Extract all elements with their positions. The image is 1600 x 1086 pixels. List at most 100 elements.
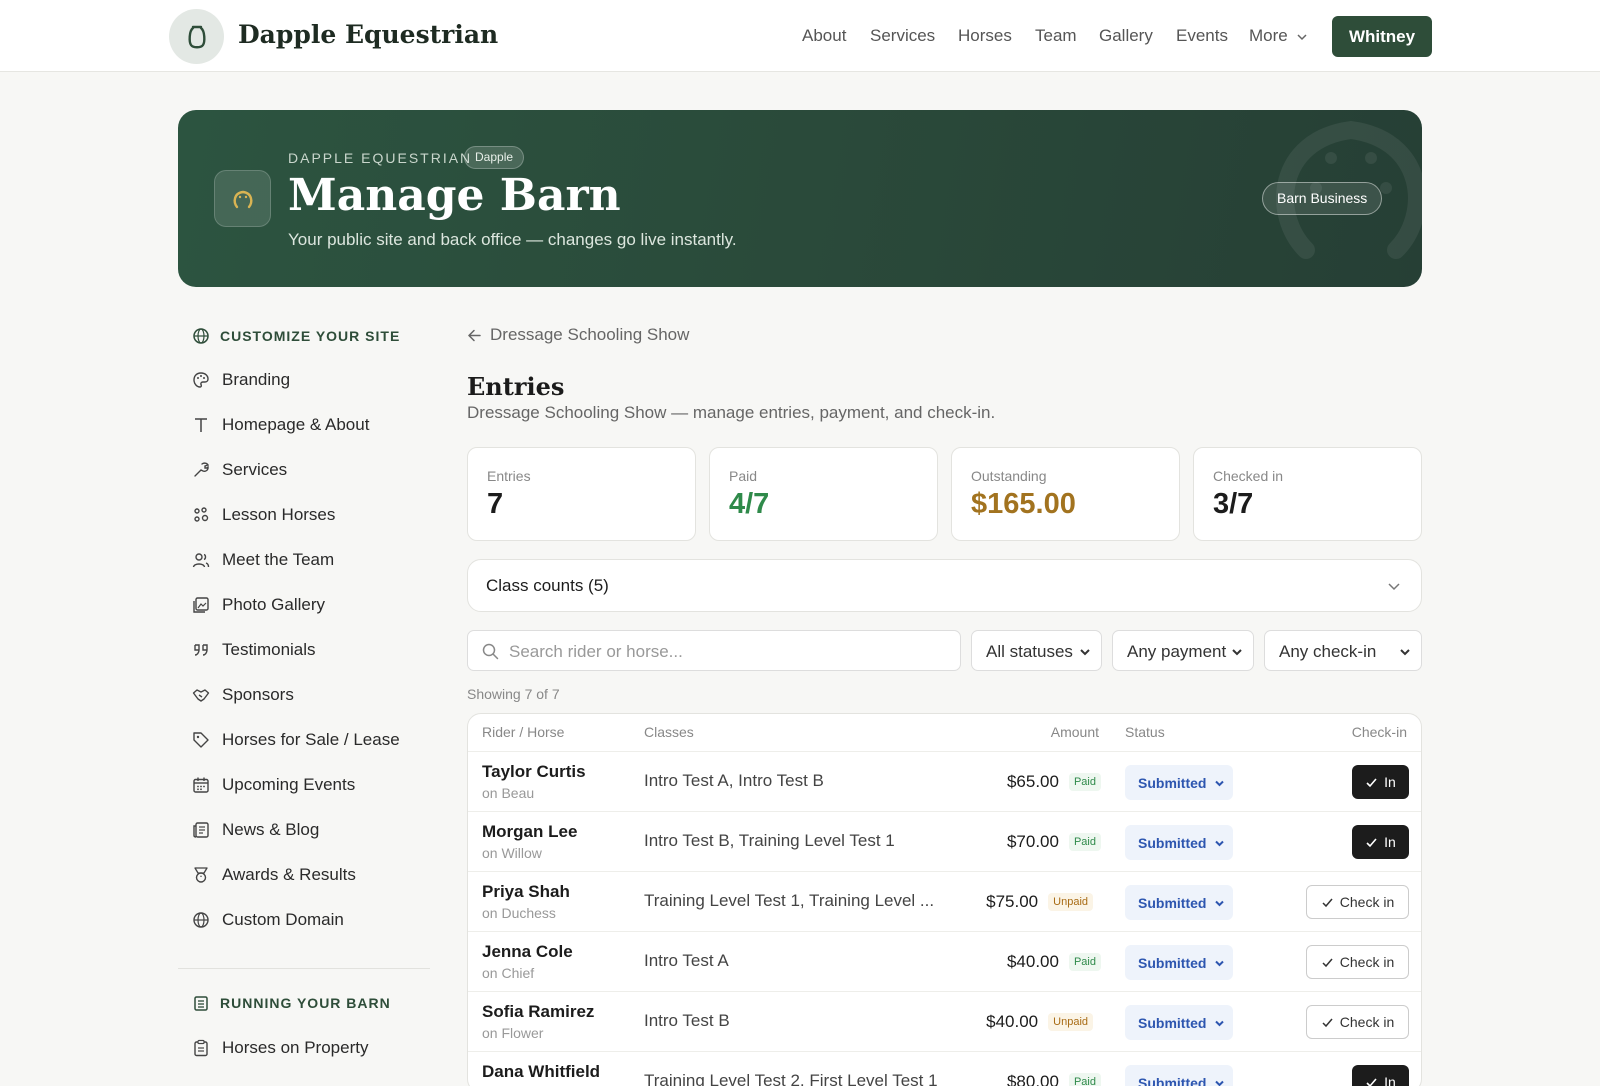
stat-value: 7 — [487, 488, 504, 520]
classes-cell: Training Level Test 1, Training Level ..… — [644, 891, 935, 910]
sidebar-item-awards[interactable]: Awards & Results — [192, 863, 356, 887]
status-select[interactable]: Submitted — [1125, 885, 1233, 920]
checked-in-button[interactable]: In — [1352, 825, 1409, 859]
sidebar-heading-label: RUNNING YOUR BARN — [220, 995, 391, 1011]
sidebar-heading-customize: CUSTOMIZE YOUR SITE — [192, 326, 400, 346]
amount-value: $70.00 — [1006, 832, 1059, 851]
user-menu-button[interactable]: Whitney — [1332, 16, 1432, 57]
stat-value: 3/7 — [1213, 488, 1254, 520]
status-select[interactable]: Submitted — [1125, 1005, 1233, 1040]
stat-value: $165.00 — [971, 488, 1076, 520]
check-in-button[interactable]: Check in — [1306, 885, 1409, 919]
sidebar-item-label: Testimonials — [222, 640, 316, 659]
text-icon — [195, 418, 207, 432]
status-value: Submitted — [1138, 955, 1207, 971]
plan-badge[interactable]: Barn Business — [1262, 182, 1383, 215]
sidebar-item-team[interactable]: Meet the Team — [192, 548, 334, 572]
sidebar-item-testimonials[interactable]: Testimonials — [192, 638, 316, 662]
horse-name: on Willow — [482, 845, 542, 861]
sidebar-heading-running: RUNNING YOUR BARN — [192, 993, 391, 1013]
chevron-down-icon — [1232, 649, 1242, 656]
sidebar-item-news[interactable]: News & Blog — [192, 818, 319, 842]
rider-name: Sofia Ramirez — [482, 1002, 595, 1021]
status-filter-select[interactable]: All statuses — [971, 630, 1102, 671]
rider-name: Dana Whitfield — [482, 1062, 601, 1081]
sidebar-item-services[interactable]: Services — [192, 458, 287, 482]
sidebar-item-branding[interactable]: Branding — [192, 368, 290, 392]
classes-cell: Intro Test B — [644, 1011, 730, 1030]
brand-name[interactable]: Dapple Equestrian — [238, 20, 498, 49]
sidebar-item-homepage[interactable]: Homepage & About — [192, 413, 369, 437]
status-value: Submitted — [1138, 775, 1207, 791]
sidebar-item-for-sale[interactable]: Horses for Sale / Lease — [192, 728, 400, 752]
table-row[interactable]: Priya Shah on Duchess Training Level Tes… — [468, 871, 1421, 931]
table-row[interactable]: Dana Whitfield Training Level Test 2, Fi… — [468, 1051, 1421, 1086]
check-in-button[interactable]: Check in — [1306, 1005, 1409, 1039]
sidebar-item-sponsors[interactable]: Sponsors — [192, 683, 294, 707]
amount-cell: $65.00 Paid — [1007, 752, 1101, 812]
section-subtitle: Dressage Schooling Show — manage entries… — [467, 403, 996, 422]
amount-value: $40.00 — [1006, 952, 1059, 971]
checked-in-button[interactable]: In — [1352, 765, 1409, 799]
status-select[interactable]: Submitted — [1125, 765, 1233, 800]
class-counts-accordion[interactable]: Class counts (5) — [467, 559, 1422, 612]
sidebar-item-domain[interactable]: Custom Domain — [192, 908, 344, 932]
rider-name: Taylor Curtis — [482, 762, 586, 781]
status-select[interactable]: Submitted — [1125, 945, 1233, 980]
checkin-filter-select[interactable]: Any check-in — [1264, 630, 1422, 671]
stat-label: Checked in — [1213, 468, 1284, 484]
nav-link-about[interactable]: About — [802, 26, 846, 46]
check-in-button[interactable]: Check in — [1306, 945, 1409, 979]
search-input[interactable]: Search rider or horse... — [467, 630, 961, 671]
stat-card-checked-in: Checked in 3/7 — [1193, 447, 1422, 541]
select-value: All statuses — [986, 642, 1073, 661]
search-icon — [482, 643, 499, 660]
amount-cell: $70.00 Paid — [1007, 812, 1101, 872]
amount-value: $80.00 — [1006, 1072, 1059, 1086]
checked-in-button[interactable]: In — [1352, 1065, 1409, 1086]
stat-card-entries: Entries 7 — [467, 447, 696, 541]
sidebar-item-horses-on-property[interactable]: Horses on Property — [192, 1036, 368, 1060]
sidebar-item-label: Services — [222, 460, 288, 479]
nav-link-team[interactable]: Team — [1035, 26, 1077, 46]
nav-link-events[interactable]: Events — [1176, 26, 1228, 46]
payment-filter-select[interactable]: Any payment — [1112, 630, 1254, 671]
checkin-label: Check in — [1339, 1014, 1395, 1030]
stat-label: Entries — [487, 468, 531, 484]
amount-cell: $80.00 Paid — [1007, 1052, 1101, 1086]
classes-cell: Intro Test B, Training Level Test 1 — [644, 831, 895, 850]
chevron-down-icon — [1388, 583, 1400, 591]
column-header-checkin: Check-in — [1351, 724, 1407, 740]
table-row[interactable]: Taylor Curtis on Beau Intro Test A, Intr… — [468, 751, 1421, 812]
sidebar-item-label: Custom Domain — [222, 910, 344, 929]
sidebar-item-label: Horses on Property — [222, 1038, 369, 1057]
horseshoe-icon — [187, 25, 206, 48]
sidebar-item-label: Meet the Team — [222, 550, 335, 569]
chevron-down-icon — [1215, 900, 1224, 907]
status-select[interactable]: Submitted — [1125, 1065, 1233, 1086]
status-value: Submitted — [1138, 895, 1207, 911]
back-link[interactable]: Dressage Schooling Show — [467, 325, 689, 345]
amount-cell: $40.00 Paid — [1007, 932, 1101, 992]
sidebar-item-events[interactable]: Upcoming Events — [192, 773, 355, 797]
select-value: Any check-in — [1279, 642, 1377, 661]
nav-link-horses[interactable]: Horses — [958, 26, 1012, 46]
sidebar-item-lesson-horses[interactable]: Lesson Horses — [192, 503, 335, 527]
handshake-icon — [192, 689, 210, 702]
check-icon — [1366, 777, 1377, 787]
status-select[interactable]: Submitted — [1125, 825, 1233, 860]
brand-logo[interactable] — [169, 9, 224, 64]
amount-cell: $40.00 Unpaid — [986, 992, 1093, 1052]
table-row[interactable]: Morgan Lee on Willow Intro Test B, Train… — [468, 811, 1421, 872]
check-icon — [1366, 1077, 1377, 1086]
table-row[interactable]: Sofia Ramirez on Flower Intro Test B $40… — [468, 991, 1421, 1052]
payment-badge: Paid — [1068, 1073, 1101, 1086]
nav-link-gallery[interactable]: Gallery — [1099, 26, 1153, 46]
sidebar-item-label: Branding — [222, 370, 291, 389]
nav-link-more[interactable]: More — [1249, 26, 1308, 46]
tag-icon — [193, 732, 209, 748]
nav-link-services[interactable]: Services — [870, 26, 935, 46]
table-row[interactable]: Jenna Cole on Chief Intro Test A $40.00 … — [468, 931, 1421, 992]
sidebar-item-gallery[interactable]: Photo Gallery — [192, 593, 325, 617]
column-header-amount: Amount — [1050, 724, 1099, 740]
